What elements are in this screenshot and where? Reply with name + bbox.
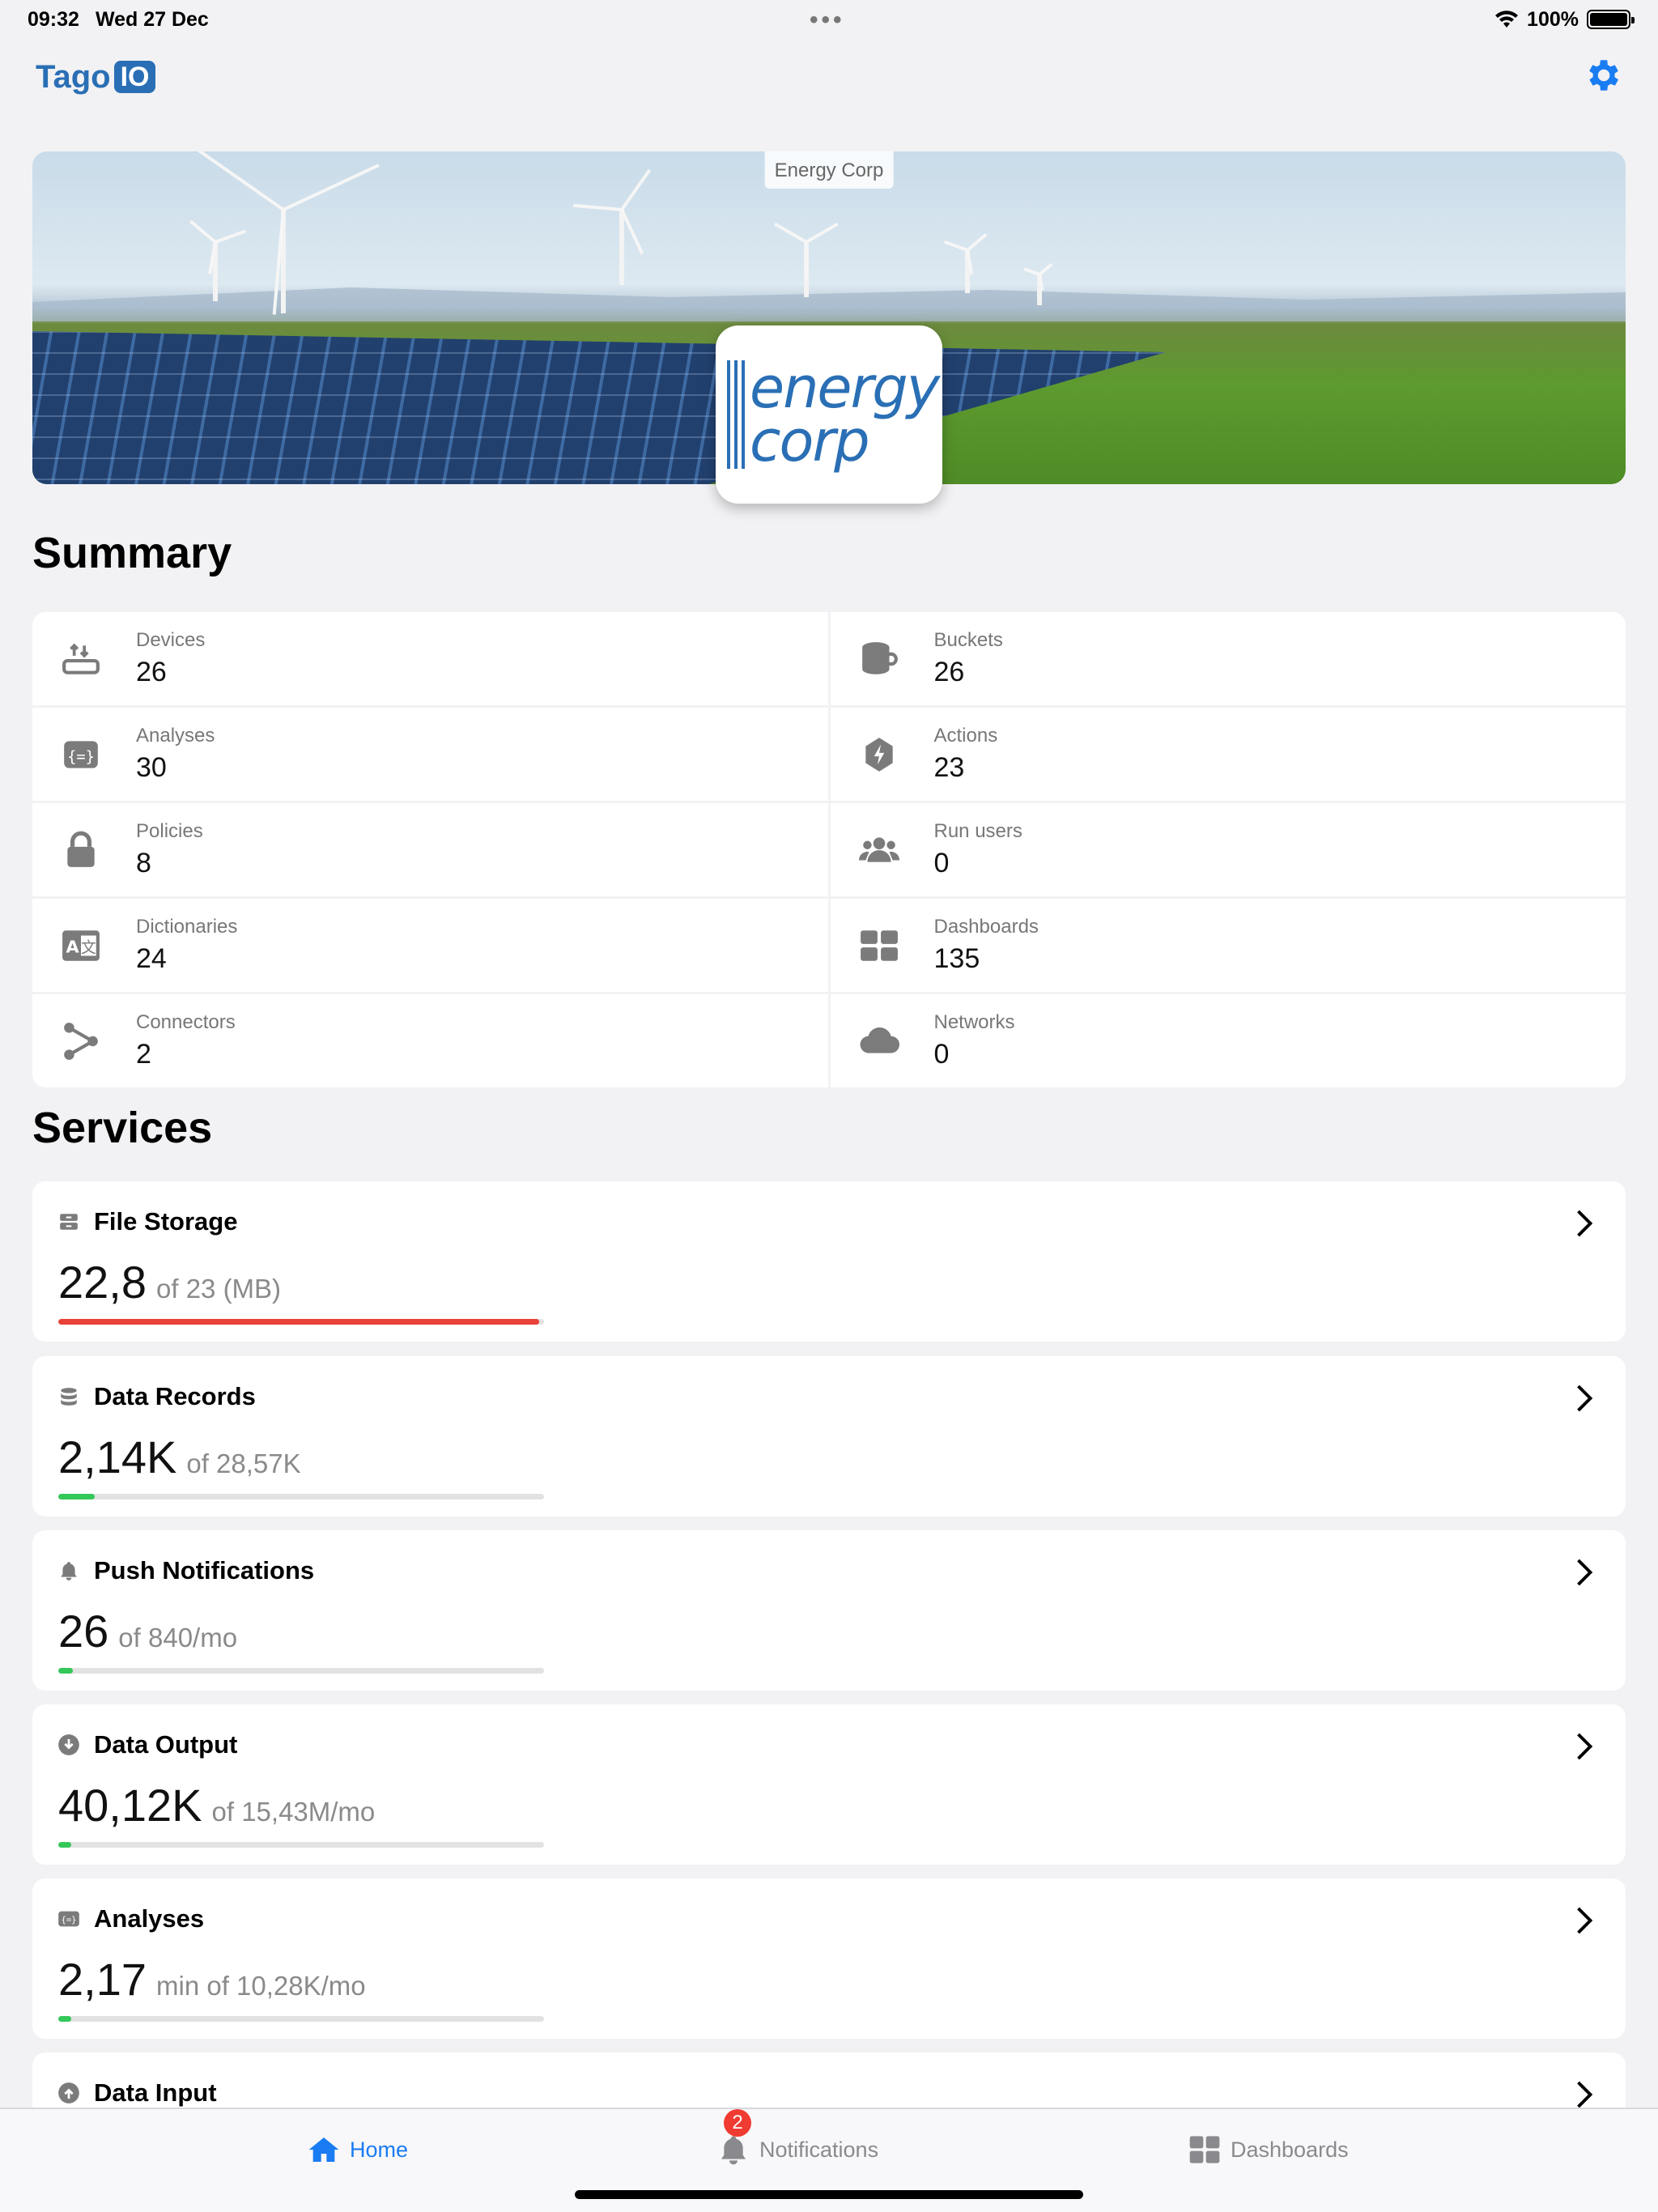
svg-text:文: 文 xyxy=(81,938,96,956)
service-file-storage[interactable]: File Storage 22,8 of 23 (MB) xyxy=(32,1181,1626,1342)
usage-progress-fill xyxy=(58,1319,539,1325)
wind-turbine xyxy=(196,151,380,315)
tab-home[interactable]: Home xyxy=(308,2133,408,2166)
grid-icon xyxy=(1189,2136,1220,2163)
wind-turbine xyxy=(1023,262,1053,305)
status-bar: 09:32 Wed 27 Dec ••• 100% xyxy=(0,0,1658,39)
app-header: Tago IO xyxy=(36,49,1622,105)
translate-icon: A文 xyxy=(60,925,102,967)
usage-progress-bar xyxy=(58,1842,544,1848)
download-icon xyxy=(57,1733,81,1757)
usage-progress-fill xyxy=(58,1494,95,1499)
chevron-right-icon xyxy=(1577,1210,1593,1237)
service-limit: min of 10,28K/mo xyxy=(156,1971,366,2001)
connector-icon xyxy=(60,1020,102,1062)
chevron-right-icon xyxy=(1577,2081,1593,2108)
bucket-icon xyxy=(858,638,900,680)
svg-text:{=}: {=} xyxy=(67,748,95,765)
service-name: Push Notifications xyxy=(94,1556,315,1585)
summary-run-users[interactable]: Run users 0 xyxy=(830,803,1626,896)
bell-icon xyxy=(57,1559,81,1583)
usage-progress-bar xyxy=(58,2016,544,2022)
service-name: File Storage xyxy=(94,1207,238,1236)
device-icon xyxy=(60,638,102,680)
wind-turbine xyxy=(774,222,839,297)
code-icon: {=} xyxy=(57,1907,81,1931)
tab-notifications[interactable]: 2 Notifications xyxy=(717,2109,878,2166)
database-icon xyxy=(57,1385,81,1409)
bell-icon xyxy=(721,2136,746,2165)
summary-policies[interactable]: Policies 8 xyxy=(32,803,828,896)
service-value: 22,8 xyxy=(58,1257,147,1308)
services-title: Services xyxy=(32,1104,213,1152)
summary-networks[interactable]: Networks 0 xyxy=(830,994,1626,1087)
usage-progress-fill xyxy=(58,1668,73,1674)
service-name: Data Output xyxy=(94,1730,238,1759)
service-value: 40,12K xyxy=(58,1780,202,1831)
usage-progress-bar xyxy=(58,1668,544,1674)
svg-text:A: A xyxy=(66,937,80,956)
summary-title: Summary xyxy=(32,529,232,577)
summary-connectors[interactable]: Connectors 2 xyxy=(32,994,828,1087)
summary-dashboards[interactable]: Dashboards 135 xyxy=(830,899,1626,992)
chevron-right-icon xyxy=(1577,1385,1593,1412)
summary-actions[interactable]: Actions 23 xyxy=(830,708,1626,801)
usage-progress-fill xyxy=(58,1842,71,1848)
chevron-right-icon xyxy=(1577,1733,1593,1760)
chevron-right-icon xyxy=(1577,1907,1593,1934)
banner-hills xyxy=(32,287,1626,321)
summary-grid: Devices 26 Buckets 26 {=} Analyses 30 Actio… xyxy=(32,612,1626,1087)
wifi-icon xyxy=(1495,11,1519,28)
service-value: 26 xyxy=(58,1606,109,1657)
service-name: Data Input xyxy=(94,2078,217,2107)
lock-icon xyxy=(60,829,102,871)
tagoio-logo: Tago IO xyxy=(36,59,156,96)
tab-dashboards[interactable]: Dashboards xyxy=(1188,2133,1349,2166)
bolt-icon xyxy=(858,734,900,776)
service-name: Data Records xyxy=(94,1382,256,1410)
service-limit: of 840/mo xyxy=(118,1623,238,1653)
multitasking-dots-icon[interactable]: ••• xyxy=(810,6,845,34)
status-date: Wed 27 Dec xyxy=(95,7,209,31)
service-data-records[interactable]: Data Records 2,14K of 28,57K xyxy=(32,1356,1626,1516)
organization-name: Energy Corp xyxy=(764,151,894,189)
usage-progress-fill xyxy=(58,2016,71,2022)
grid-icon xyxy=(858,925,900,967)
svg-text:{=}: {=} xyxy=(62,1916,77,1925)
wind-turbine xyxy=(944,233,988,293)
settings-gear-icon[interactable] xyxy=(1582,55,1622,100)
service-value: 2,14K xyxy=(58,1431,177,1482)
usage-progress-bar xyxy=(58,1494,544,1499)
service-limit: of 15,43M/mo xyxy=(211,1797,376,1827)
battery-percent: 100% xyxy=(1527,7,1579,31)
summary-buckets[interactable]: Buckets 26 xyxy=(830,612,1626,705)
cloud-icon xyxy=(858,1020,900,1062)
summary-dictionaries[interactable]: A文 Dictionaries 24 xyxy=(32,899,828,992)
service-value: 2,17 xyxy=(58,1954,147,2005)
wind-turbine xyxy=(573,168,652,289)
service-limit: of 23 (MB) xyxy=(156,1274,282,1304)
chevron-right-icon xyxy=(1577,1559,1593,1586)
users-icon xyxy=(858,829,900,871)
battery-icon xyxy=(1587,10,1635,29)
wind-turbine xyxy=(189,219,247,305)
usage-progress-bar xyxy=(58,1319,544,1325)
summary-analyses[interactable]: {=} Analyses 30 xyxy=(32,708,828,801)
home-icon xyxy=(308,2138,339,2162)
service-analyses[interactable]: {=} Analyses 2,17 min of 10,28K/mo xyxy=(32,1878,1626,2039)
upload-icon xyxy=(57,2081,81,2105)
service-data-output[interactable]: Data Output 40,12K of 15,43M/mo xyxy=(32,1704,1626,1865)
service-push-notifications[interactable]: Push Notifications 26 of 840/mo xyxy=(32,1530,1626,1691)
service-limit: of 28,57K xyxy=(186,1448,301,1478)
service-name: Analyses xyxy=(94,1904,205,1933)
status-time: 09:32 xyxy=(28,7,79,31)
notification-badge: 2 xyxy=(724,2109,751,2137)
code-icon: {=} xyxy=(60,734,102,776)
summary-devices[interactable]: Devices 26 xyxy=(32,612,828,705)
organization-logo: energy corp xyxy=(716,325,942,504)
home-indicator[interactable] xyxy=(575,2190,1083,2199)
storage-icon xyxy=(57,1210,81,1234)
